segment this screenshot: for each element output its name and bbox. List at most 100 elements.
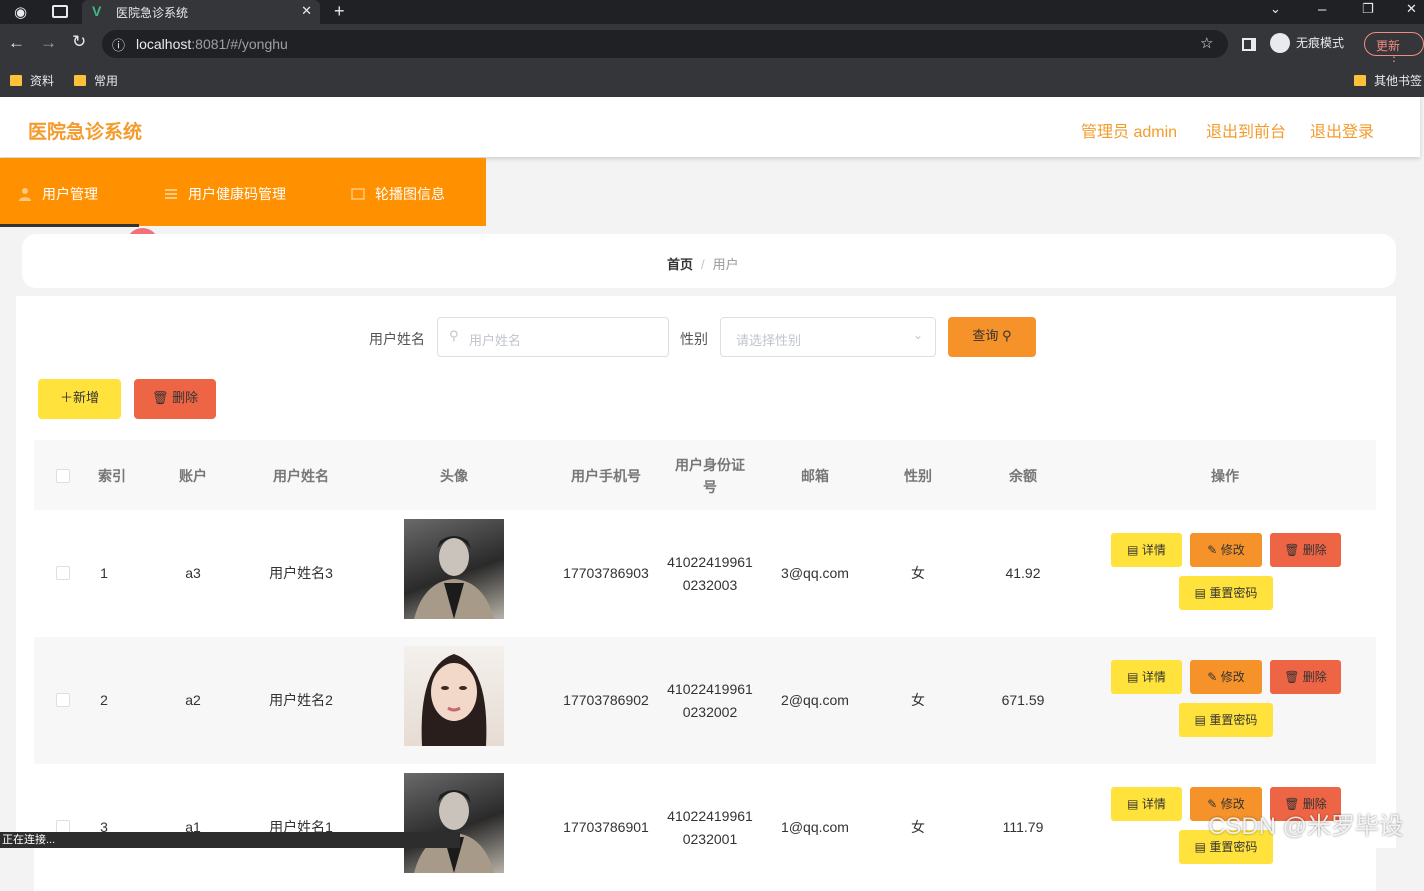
nav-label: 轮播图信息: [375, 186, 445, 202]
incognito-indicator[interactable]: 无痕模式: [1270, 33, 1344, 53]
batch-delete-button[interactable]: 🗑 删除: [134, 379, 216, 419]
bookmark-folder[interactable]: 资料: [10, 72, 54, 89]
app-title: 医院急诊系统: [28, 122, 143, 143]
add-button-label: 新增: [73, 390, 100, 405]
tab-search-icon[interactable]: [52, 5, 68, 18]
cell-index: 2: [100, 692, 108, 708]
edit-icon: ✎: [1207, 670, 1218, 684]
cell-index: 1: [100, 565, 108, 581]
gender-filter-label: 性别: [680, 331, 708, 347]
tab-title: 医院急诊系统: [116, 6, 189, 20]
nav-active-indicator: [0, 224, 139, 227]
back-icon[interactable]: ←: [8, 33, 25, 53]
url-input[interactable]: ⓘ localhost:8081/#/yonghu ☆: [102, 30, 1228, 58]
detail-button[interactable]: ▤ 详情: [1111, 787, 1182, 821]
cell-balance: 111.79: [1002, 819, 1044, 835]
edit-label: 修改: [1220, 670, 1245, 684]
delete-button-label: 删除: [172, 390, 199, 405]
nav-item-carousel[interactable]: 轮播图信息: [351, 184, 445, 204]
cell-phone: 17703786902: [563, 692, 649, 708]
detail-label: 详情: [1141, 670, 1166, 684]
row-actions: ▤ 详情 ✎ 修改 🗑 删除 ▤ 重置密码: [1110, 510, 1341, 637]
detail-button[interactable]: ▤ 详情: [1111, 660, 1182, 694]
globe-icon[interactable]: ◉: [14, 3, 27, 21]
browser-tab[interactable]: V 医院急诊系统 ✕: [82, 0, 320, 24]
document-icon: ▤: [1194, 713, 1206, 727]
url-host: localhost: [136, 36, 192, 52]
cell-name: 用户姓名3: [269, 565, 333, 581]
add-button[interactable]: ＋新增: [38, 379, 121, 419]
document-icon: ▤: [1127, 543, 1139, 557]
browser-status-bar: 正在连接...: [0, 832, 460, 848]
exit-front-link[interactable]: 退出到前台: [1206, 118, 1286, 142]
reset-password-button[interactable]: ▤ 重置密码: [1179, 576, 1273, 610]
name-filter-label: 用户姓名: [369, 331, 425, 347]
window-close-icon[interactable]: ✕: [1406, 1, 1417, 17]
url-path: :8081/#/yonghu: [191, 36, 288, 52]
column-header: 用户姓名: [273, 468, 329, 484]
cell-id-card: 410224199610232002: [667, 680, 753, 720]
incognito-label: 无痕模式: [1296, 36, 1345, 50]
cell-gender: 女: [911, 565, 925, 581]
minimize-icon[interactable]: –: [1318, 1, 1326, 18]
edit-button[interactable]: ✎ 修改: [1190, 660, 1262, 694]
forward-icon[interactable]: →: [40, 33, 57, 53]
close-icon[interactable]: ✕: [301, 3, 312, 19]
detail-button[interactable]: ▤ 详情: [1111, 533, 1182, 567]
column-header: 余额: [1009, 468, 1037, 484]
edit-icon: ✎: [1207, 543, 1218, 557]
query-button[interactable]: 查询 ⚲: [948, 317, 1036, 357]
column-header: 操作: [1211, 468, 1239, 484]
cell-id-card: 410224199610232003: [667, 553, 753, 593]
update-button[interactable]: 更新⋮: [1364, 32, 1424, 68]
breadcrumb-separator: /: [701, 257, 705, 272]
delete-button[interactable]: 🗑 删除: [1270, 533, 1341, 567]
delete-label: 删除: [1302, 543, 1327, 557]
reload-icon[interactable]: ↻: [72, 32, 86, 52]
vue-logo-icon: V: [92, 3, 102, 19]
nav-item-health-code[interactable]: 用户健康码管理: [164, 184, 286, 204]
nav-item-users[interactable]: 用户管理: [18, 184, 98, 204]
other-bookmarks[interactable]: 其他书签: [1354, 72, 1422, 89]
folder-icon: [1354, 75, 1366, 86]
delete-button[interactable]: 🗑 删除: [1270, 660, 1341, 694]
select-all-checkbox[interactable]: [56, 469, 70, 483]
document-icon: ▤: [1194, 586, 1206, 600]
reset-password-button[interactable]: ▤ 重置密码: [1179, 703, 1273, 737]
row-actions: ▤ 详情 ✎ 修改 🗑 删除 ▤ 重置密码: [1110, 637, 1341, 764]
search-icon: ⚲: [449, 328, 459, 343]
cell-gender: 女: [911, 819, 925, 835]
column-header: 索引: [98, 468, 126, 484]
new-tab-icon[interactable]: +: [334, 1, 345, 22]
cell-name: 用户姓名2: [269, 692, 333, 708]
cell-phone: 17703786903: [563, 565, 649, 581]
bookmark-label: 常用: [94, 74, 119, 88]
reset-password-label: 重置密码: [1209, 713, 1258, 727]
admin-label: 管理员 admin: [1081, 124, 1178, 141]
trash-icon: 🗑: [151, 390, 169, 405]
edit-label: 修改: [1220, 543, 1245, 557]
restore-icon[interactable]: ❐: [1362, 1, 1374, 17]
app-header: 医院急诊系统 管理员 admin 退出到前台 退出登录: [0, 97, 1420, 157]
other-bookmarks-label: 其他书签: [1374, 74, 1423, 88]
star-icon[interactable]: ☆: [1200, 34, 1213, 52]
sidebar-icon[interactable]: [1242, 38, 1256, 51]
column-header: 头像: [440, 468, 468, 484]
gender-select[interactable]: 请选择性别 ⌄: [720, 317, 936, 357]
info-icon[interactable]: ⓘ: [112, 35, 125, 54]
column-header: 账户: [179, 468, 207, 484]
column-header: 用户手机号: [571, 468, 641, 484]
row-checkbox[interactable]: [56, 566, 70, 580]
logout-link[interactable]: 退出登录: [1310, 118, 1374, 142]
edit-button[interactable]: ✎ 修改: [1190, 533, 1262, 567]
document-icon: ▤: [1127, 797, 1139, 811]
breadcrumb-home[interactable]: 首页: [667, 257, 693, 272]
user-icon: [19, 188, 31, 201]
avatar: [404, 773, 504, 873]
browser-tab-strip: ◉ V 医院急诊系统 ✕ + ⌄ – ❐ ✕: [0, 0, 1424, 24]
chevron-down-icon[interactable]: ⌄: [1270, 1, 1281, 17]
row-checkbox[interactable]: [56, 693, 70, 707]
name-search-input[interactable]: ⚲ 用户姓名: [437, 317, 669, 357]
bookmark-folder[interactable]: 常用: [74, 72, 118, 89]
column-header: 邮箱: [801, 468, 829, 484]
